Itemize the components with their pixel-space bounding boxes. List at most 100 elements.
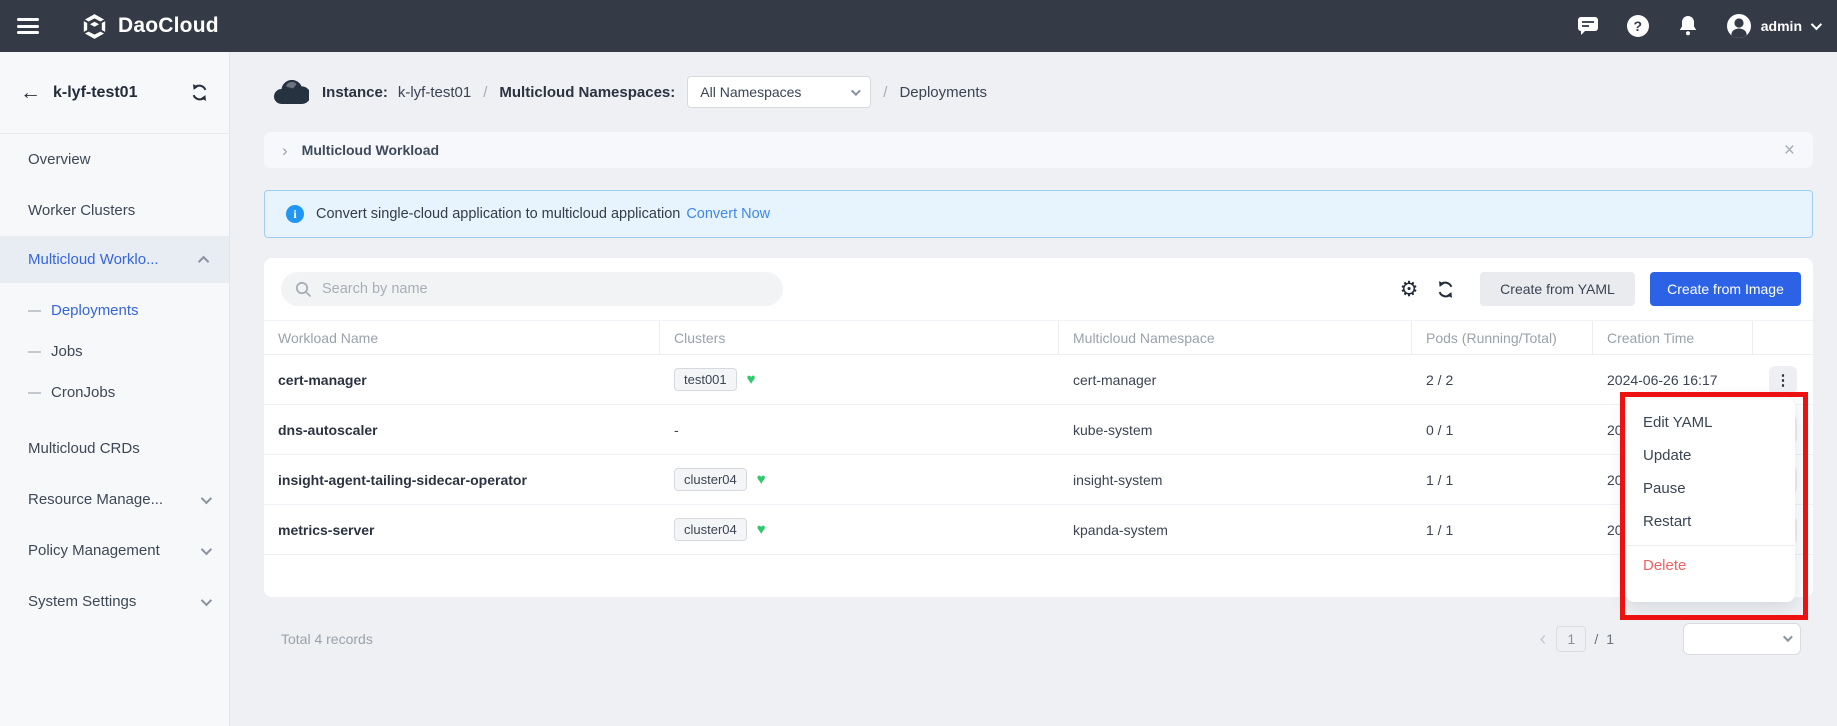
sidebar-item-label: Deployments (51, 302, 139, 319)
actions-cell: ⋮ (1753, 355, 1813, 404)
sidebar-item-label: Resource Manage... (28, 491, 163, 508)
instance-label: Instance: (322, 84, 388, 101)
table-controls: ⚙ Create from YAML Create from Image (1396, 272, 1801, 306)
search-box[interactable] (281, 272, 783, 306)
notifications-bell-icon[interactable] (1676, 14, 1700, 38)
app-window: DaoCloud ? (0, 0, 1837, 726)
sidebar-item-cronjobs[interactable]: CronJobs (0, 372, 229, 413)
sidebar-item-label: Worker Clusters (28, 202, 135, 219)
sidebar-item-multicloud-crds[interactable]: Multicloud CRDs (0, 423, 229, 474)
column-header: Pods (Running/Total) (1412, 321, 1593, 354)
dash-bullet-icon (28, 351, 41, 353)
table-row: dns-autoscaler-kube-system0 / 120⋮ (264, 405, 1813, 455)
namespace-cell: kube-system (1059, 405, 1412, 454)
sidebar: ← k-lyf-test01 Overview Worker Clusters Mu… (0, 52, 230, 726)
avatar-icon (1726, 13, 1752, 39)
sidebar-item-resource-management[interactable]: Resource Manage... (0, 474, 229, 525)
kebab-menu-icon[interactable]: ⋮ (1769, 366, 1797, 394)
pods-cell: 0 / 1 (1412, 405, 1593, 454)
sidebar-item-label: Multicloud Worklo... (28, 251, 159, 268)
workload-panel-bar[interactable]: › Multicloud Workload × (264, 132, 1813, 168)
column-header: Creation Time (1593, 321, 1753, 354)
daocloud-logo-icon (81, 13, 108, 40)
menu-item-restart[interactable]: Restart (1626, 505, 1795, 538)
hamburger-menu-icon[interactable] (17, 18, 39, 34)
sidebar-item-label: Multicloud CRDs (28, 440, 140, 457)
messages-icon[interactable] (1576, 14, 1600, 38)
create-from-yaml-button[interactable]: Create from YAML (1480, 272, 1635, 306)
convert-info-banner: i Convert single-cloud application to mu… (264, 190, 1813, 238)
search-input[interactable] (322, 281, 742, 297)
healthy-heart-icon: ♥ (757, 471, 766, 488)
banner-text: Convert single-cloud application to mult… (316, 206, 680, 222)
sidebar-item-label: Policy Management (28, 542, 160, 559)
sidebar-item-label: System Settings (28, 593, 136, 610)
namespace-select-value: All Namespaces (700, 84, 801, 100)
chevron-down-icon (201, 594, 212, 605)
chevron-down-icon (201, 492, 212, 503)
instance-value[interactable]: k-lyf-test01 (398, 84, 471, 101)
sidebar-header: ← k-lyf-test01 (0, 52, 229, 134)
workload-name[interactable]: dns-autoscaler (264, 405, 660, 454)
sidebar-item-label: CronJobs (51, 384, 115, 401)
clusters-cell: - (660, 405, 1059, 454)
workload-name[interactable]: metrics-server (264, 505, 660, 554)
prev-page-icon[interactable]: ‹ (1540, 629, 1547, 649)
sidebar-item-jobs[interactable]: Jobs (0, 331, 229, 372)
sidebar-item-deployments[interactable]: Deployments (0, 290, 229, 331)
help-icon[interactable]: ? (1626, 14, 1650, 38)
table-row: insight-agent-tailing-sidecar-operatorcl… (264, 455, 1813, 505)
sidebar-item-policy-management[interactable]: Policy Management (0, 525, 229, 576)
sidebar-item-overview[interactable]: Overview (0, 134, 229, 185)
menu-item-update[interactable]: Update (1626, 439, 1795, 472)
menu-divider (1626, 545, 1795, 546)
workload-panel-label: Multicloud Workload (302, 142, 439, 158)
close-icon[interactable]: × (1784, 141, 1795, 160)
workload-name[interactable]: insight-agent-tailing-sidecar-operator (264, 455, 660, 504)
sidebar-item-worker-clusters[interactable]: Worker Clusters (0, 185, 229, 236)
pods-cell: 1 / 1 (1412, 455, 1593, 504)
convert-now-link[interactable]: Convert Now (686, 206, 770, 222)
switch-cluster-icon[interactable] (190, 83, 209, 102)
column-header: Multicloud Namespace (1059, 321, 1412, 354)
back-arrow-icon[interactable]: ← (20, 82, 41, 103)
clusters-cell: test001♥ (660, 355, 1059, 404)
total-pages: 1 (1606, 631, 1614, 647)
top-navbar: DaoCloud ? (0, 0, 1837, 52)
refresh-icon[interactable] (1432, 276, 1458, 302)
menu-item-delete[interactable]: Delete (1626, 549, 1795, 582)
menu-item-edit-yaml[interactable]: Edit YAML (1626, 406, 1795, 439)
current-page-box[interactable]: 1 (1556, 626, 1586, 652)
menu-item-pause[interactable]: Pause (1626, 472, 1795, 505)
breadcrumb-page: Deployments (899, 84, 987, 101)
chevron-down-icon (1783, 632, 1793, 642)
username: admin (1761, 18, 1802, 34)
column-header: Clusters (660, 321, 1059, 354)
table-footer: Total 4 records ‹ 1 / 1 (264, 617, 1813, 659)
cluster-chip: cluster04 (674, 468, 747, 491)
brand[interactable]: DaoCloud (81, 13, 219, 40)
workloads-table: Workload NameClustersMulticloud Namespac… (264, 320, 1813, 555)
create-from-image-button[interactable]: Create from Image (1650, 272, 1801, 306)
expand-chevron-icon[interactable]: › (282, 142, 288, 159)
sidebar-item-multicloud-workload[interactable]: Multicloud Worklo... (0, 236, 229, 283)
total-records: Total 4 records (281, 631, 373, 647)
workload-name[interactable]: cert-manager (264, 355, 660, 404)
clusters-cell: cluster04 ♥ (660, 455, 1059, 504)
column-header (1753, 321, 1813, 354)
info-icon: i (286, 205, 304, 223)
pagination: ‹ 1 / 1 (1540, 623, 1801, 655)
user-menu[interactable]: admin (1726, 13, 1819, 39)
workloads-card: ⚙ Create from YAML Create from Image Wor… (264, 258, 1813, 597)
table-row: metrics-servercluster04♥kpanda-system1 /… (264, 505, 1813, 555)
page-size-select[interactable] (1683, 623, 1801, 655)
clusters-cell: cluster04♥ (660, 505, 1059, 554)
breadcrumb: Instance: k-lyf-test01 / Multicloud Name… (230, 52, 1837, 132)
breadcrumb-separator: / (883, 84, 887, 101)
sidebar-item-system-settings[interactable]: System Settings (0, 576, 229, 627)
namespace-select[interactable]: All Namespaces (687, 76, 871, 108)
chevron-up-icon (198, 255, 209, 266)
cluster-chip: test001 (674, 368, 737, 391)
column-settings-gear-icon[interactable]: ⚙ (1396, 276, 1422, 302)
table-row: cert-managertest001♥cert-manager2 / 2202… (264, 355, 1813, 405)
